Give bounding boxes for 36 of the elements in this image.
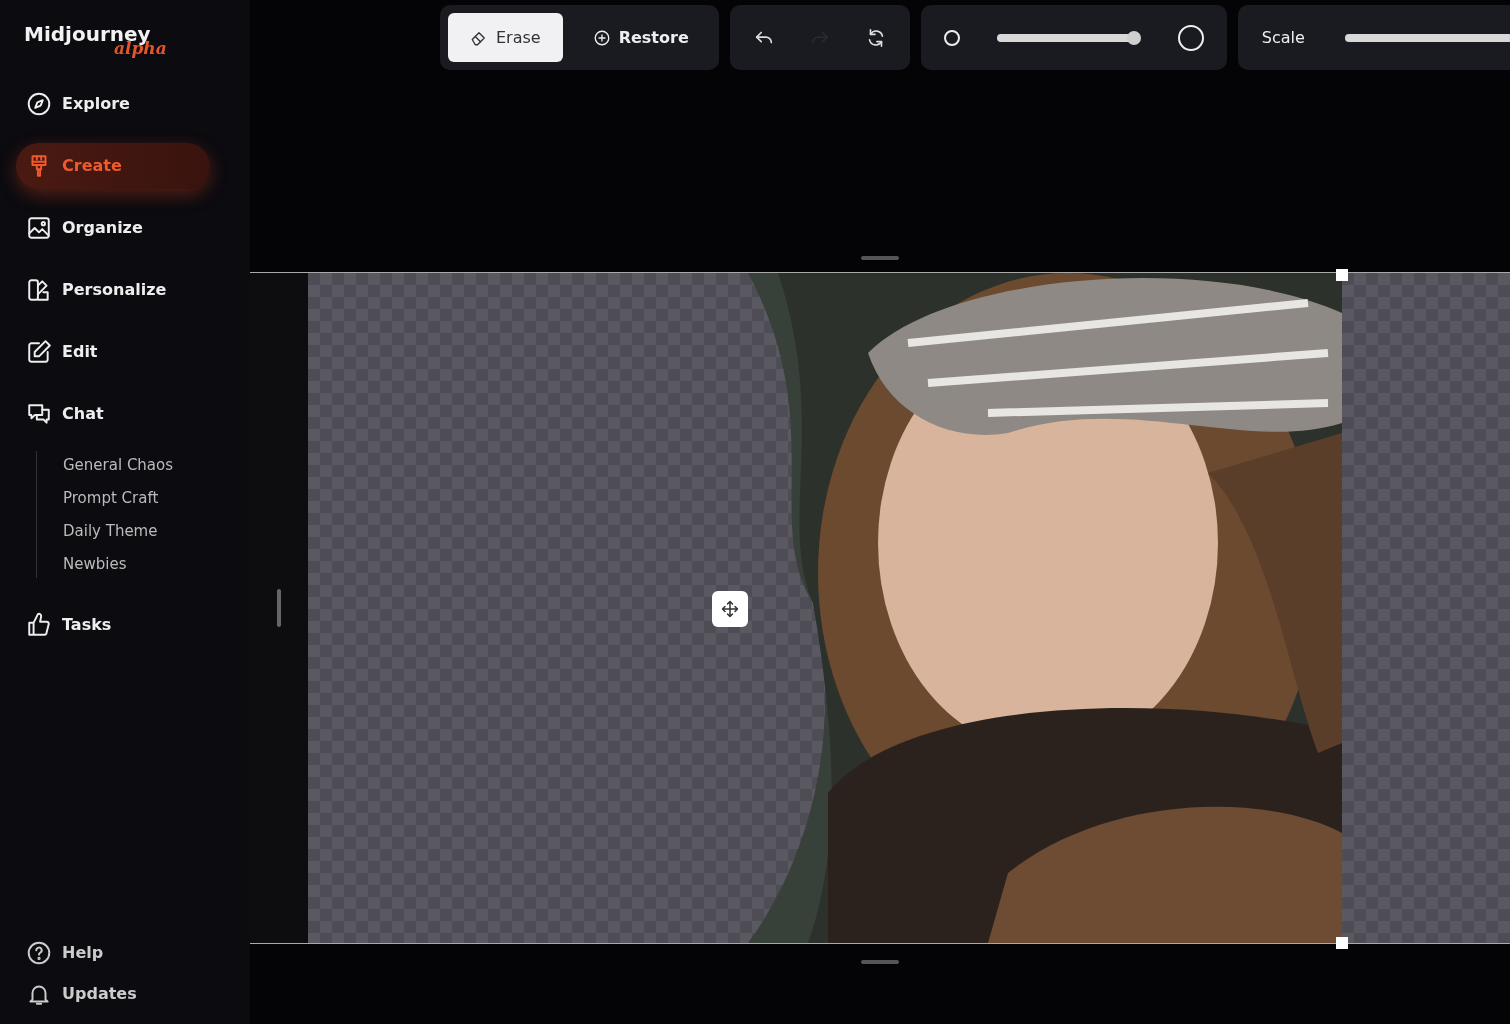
image-icon: [26, 215, 52, 241]
nav-item[interactable]: Personalize: [16, 267, 210, 313]
chat-channel-link[interactable]: General Chaos: [63, 451, 234, 479]
plus-circle-icon: [592, 28, 611, 47]
mode-button[interactable]: Restore: [570, 13, 711, 62]
resize-handle[interactable]: [277, 589, 281, 627]
chat-channel-link[interactable]: Prompt Craft: [63, 484, 234, 512]
nav-item[interactable]: Organize: [16, 205, 210, 251]
compass-icon: [26, 91, 52, 117]
chat-channel-link[interactable]: Daily Theme: [63, 517, 234, 545]
large-circle-icon: [1176, 23, 1205, 52]
move-icon: [720, 599, 740, 619]
nav-item[interactable]: Tasks: [16, 602, 210, 648]
mode-button[interactable]: Erase: [448, 13, 563, 62]
small-circle-icon: [942, 28, 961, 47]
chat-icon: [26, 401, 52, 427]
scale-label: Scale: [1261, 26, 1305, 49]
help-icon: [26, 939, 52, 966]
slider-track[interactable]: [1344, 33, 1510, 42]
nav-item[interactable]: Explore: [16, 81, 210, 127]
footer-link[interactable]: Updates: [16, 973, 210, 1014]
slider-thumb[interactable]: [1126, 30, 1141, 45]
nav-item[interactable]: Edit: [16, 329, 210, 375]
resize-handle[interactable]: [861, 256, 899, 260]
edit-icon: [26, 339, 52, 365]
corner-handle[interactable]: [1336, 269, 1348, 281]
nav-item[interactable]: Chat: [16, 391, 210, 437]
footer-link[interactable]: Help: [16, 932, 210, 973]
move-handle[interactable]: [712, 591, 748, 627]
nav-item[interactable]: Create: [16, 143, 210, 189]
corner-handle[interactable]: [1336, 937, 1348, 949]
chat-channel-link[interactable]: Newbies: [63, 550, 234, 578]
thumbs-up-icon: [26, 612, 52, 638]
resize-handle[interactable]: [861, 960, 899, 964]
swatch-icon: [26, 277, 52, 303]
slider-track[interactable]: [996, 33, 1141, 42]
